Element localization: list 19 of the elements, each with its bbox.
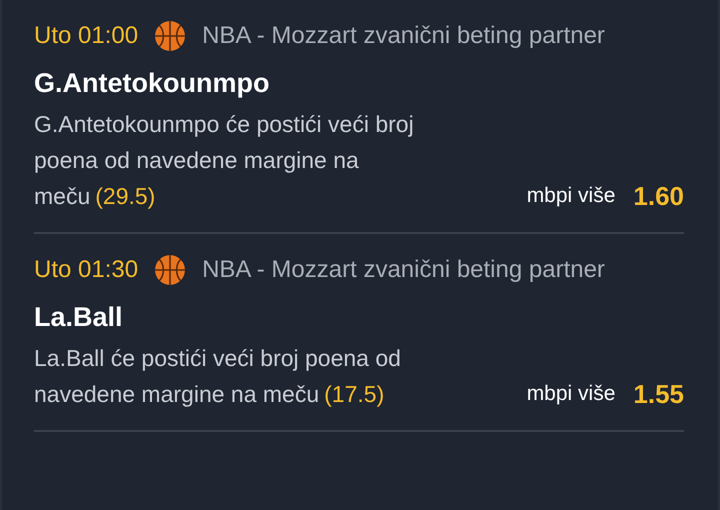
margin-value: (17.5) <box>324 380 384 408</box>
market-label: mbpi više <box>526 184 616 208</box>
odds-value[interactable]: 1.60 <box>633 180 684 212</box>
player-name: G.Antetokounmpo <box>34 67 270 100</box>
bet-description: meču <box>34 182 90 210</box>
basketball-icon <box>154 254 186 286</box>
bet-description: poena od navedene margine na <box>34 146 359 174</box>
match-time: Uto 01:30 <box>34 256 138 284</box>
league-name: NBA - Mozzart zvanični beting partner <box>202 256 605 284</box>
bet-description: navedene margine na meču <box>34 380 320 408</box>
odds-value[interactable]: 1.55 <box>633 378 684 410</box>
match-time: Uto 01:00 <box>34 22 138 50</box>
player-name: La.Ball <box>34 301 124 334</box>
margin-value: (29.5) <box>95 182 156 210</box>
basketball-icon <box>154 20 186 52</box>
league-name: NBA - Mozzart zvanični beting partner <box>202 22 605 50</box>
bet-description: La.Ball će postići veći broj poena od <box>34 344 401 372</box>
market-label: mbpi više <box>526 382 616 406</box>
bet-description: G.Antetokounmpo će postići veći broj <box>34 110 414 138</box>
